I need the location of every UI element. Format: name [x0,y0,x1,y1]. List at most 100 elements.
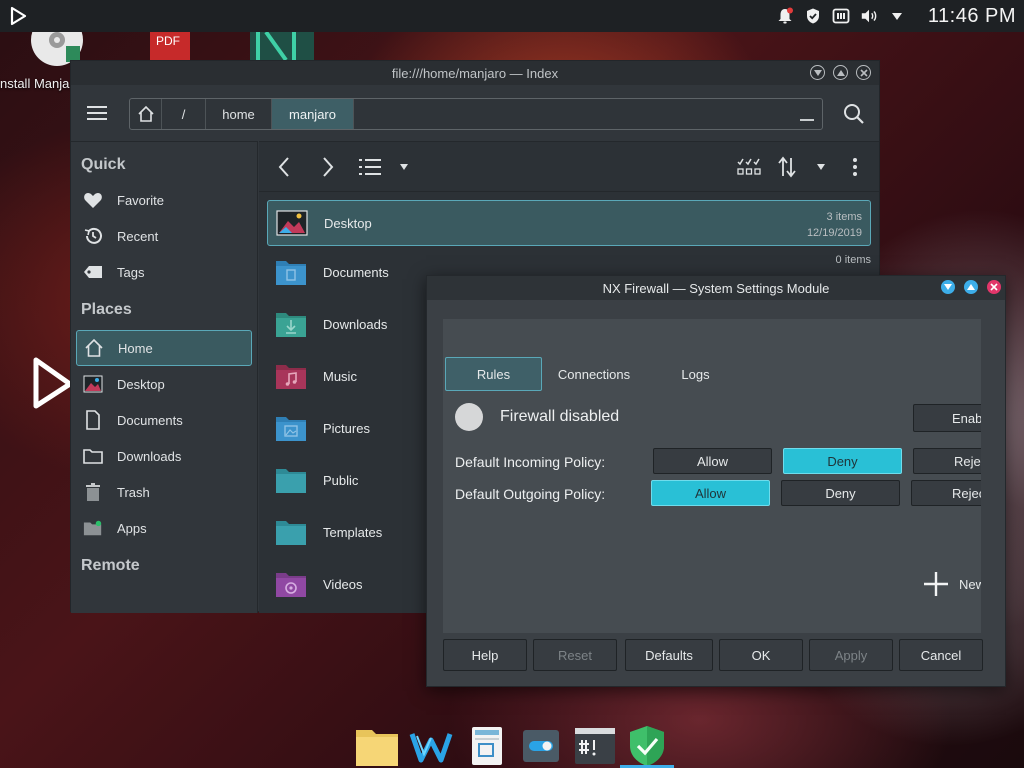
sidebar-item-label: Trash [117,484,150,500]
sidebar-item-home[interactable]: Home [76,330,252,366]
forward-arrow-icon[interactable] [321,156,335,178]
outgoing-deny-button[interactable]: Deny [781,480,900,506]
more-options-icon[interactable] [852,157,858,177]
folder-outline-icon [83,446,103,466]
outgoing-reject-button[interactable]: Rejec [911,480,981,506]
sidebar-item-apps[interactable]: Apps [71,510,257,546]
maximize-icon[interactable] [964,280,978,294]
incoming-deny-button[interactable]: Deny [783,448,902,474]
breadcrumb-root[interactable]: / [162,99,206,129]
new-rule-button[interactable]: New [923,571,981,597]
close-icon[interactable] [856,65,871,80]
media-icon[interactable] [832,7,850,25]
sort-dropdown-icon[interactable] [816,164,826,170]
cancel-button[interactable]: Cancel [899,639,983,671]
breadcrumb-home[interactable] [130,99,162,129]
select-all-icon[interactable] [737,158,761,176]
breadcrumb-manjaro[interactable]: manjaro [272,99,354,129]
pdf-badge: PDF [156,34,180,48]
music-folder-icon [276,365,306,389]
firewall-footer: Help Reset Defaults OK Apply Cancel [443,639,983,671]
ok-button[interactable]: OK [719,639,803,671]
tray-arrow-icon[interactable] [888,7,906,25]
firewall-status-indicator [455,403,483,431]
help-button[interactable]: Help [443,639,527,671]
clock[interactable]: 11:46 PM [928,5,1016,28]
plus-icon [924,572,948,596]
file-name: Desktop [324,215,372,231]
reset-button[interactable]: Reset [533,639,617,671]
incoming-reject-button[interactable]: Rejec [913,448,981,474]
view-mode-dropdown-icon[interactable] [399,164,409,170]
breadcrumb-edit-area[interactable] [354,99,822,129]
sidebar-item-downloads[interactable]: Downloads [71,438,257,474]
file-item-count: 3 items [826,211,862,223]
dock [350,720,680,768]
sidebar-item-tags[interactable]: Tags [71,254,257,290]
tab-logs[interactable]: Logs [646,357,745,391]
sidebar-item-label: Recent [117,228,159,244]
file-name: Public [323,472,359,488]
sidebar-item-label: Favorite [117,192,164,208]
defaults-button[interactable]: Defaults [625,639,713,671]
tab-connections[interactable]: Connections [542,357,646,391]
file-name: Downloads [323,316,388,332]
places-sidebar: Quick Favorite Recent Tags Places Home D… [71,141,258,613]
minimize-icon[interactable] [941,280,955,294]
firewall-app-icon[interactable] [624,723,670,768]
hamburger-menu-icon[interactable] [87,103,107,123]
sidebar-item-label: Downloads [117,448,182,464]
breadcrumb-home-dir[interactable]: home [206,99,272,129]
sidebar-item-desktop[interactable]: Desktop [71,366,257,402]
sidebar-item-label: Home [118,340,153,356]
close-icon[interactable] [987,280,1001,294]
back-arrow-icon[interactable] [277,156,291,178]
incoming-allow-button[interactable]: Allow [653,448,772,474]
sidebar-heading-remote: Remote [81,557,140,574]
firewall-titlebar[interactable]: NX Firewall — System Settings Module [427,276,1005,300]
play-launcher-icon[interactable] [8,6,28,26]
app-desktop-icon[interactable] [250,32,314,60]
minimize-icon[interactable] [810,65,825,80]
sidebar-item-favorite[interactable]: Favorite [71,182,257,218]
calculator-app-icon[interactable] [464,723,510,768]
files-app-icon[interactable] [354,723,400,768]
system-settings-icon[interactable] [518,723,564,768]
maximize-icon[interactable] [833,65,848,80]
pictures-folder-icon [276,417,306,441]
file-name: Videos [323,576,363,592]
file-item-desktop[interactable]: Desktop 3 items 12/19/2019 [267,200,871,246]
desktop-folder-icon [83,374,103,394]
firewall-status-text: Firewall disabled [500,408,620,425]
breadcrumb: / home manjaro [129,98,823,130]
sidebar-item-trash[interactable]: Trash [71,474,257,510]
outgoing-policy-label: Default Outgoing Policy: [455,486,606,502]
search-icon[interactable] [843,103,865,125]
apps-icon [83,518,103,538]
web-browser-icon[interactable] [408,723,454,768]
notification-bell-icon[interactable] [776,7,794,25]
view-mode-list-icon[interactable] [359,158,381,176]
file-name: Pictures [323,420,370,436]
sidebar-item-recent[interactable]: Recent [71,218,257,254]
sidebar-item-label: Documents [117,412,183,428]
pdf-desktop-icon[interactable]: PDF [150,32,190,60]
public-folder-icon [276,469,306,493]
shield-icon[interactable] [804,7,822,25]
apply-button[interactable]: Apply [809,639,893,671]
tag-icon [83,262,103,282]
trash-icon [83,482,103,502]
new-rule-label: New [959,576,981,592]
file-name: Documents [323,264,389,280]
volume-icon[interactable] [860,7,878,25]
outgoing-allow-button[interactable]: Allow [651,480,770,506]
sidebar-heading-places: Places [81,301,132,318]
sort-icon[interactable] [777,156,797,178]
enable-button[interactable]: Enab [913,404,981,432]
top-panel: 11:46 PM [0,0,1024,32]
dolphin-titlebar[interactable]: file:///home/manjaro — Index [71,61,879,85]
tab-rules[interactable]: Rules [445,357,542,391]
terminal-app-icon[interactable] [572,723,618,768]
sidebar-item-label: Desktop [117,376,165,392]
sidebar-item-documents[interactable]: Documents [71,402,257,438]
